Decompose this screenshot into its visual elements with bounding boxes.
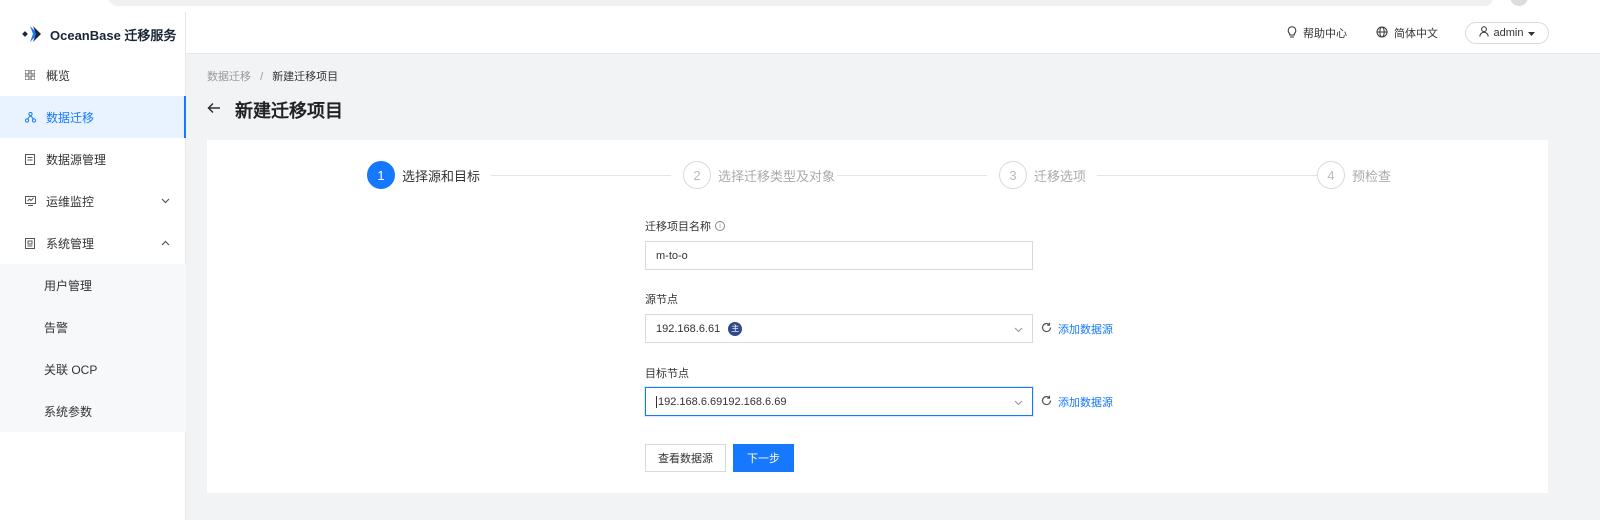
refresh-icon[interactable] [1041, 322, 1052, 336]
sidebar-item-monitoring[interactable]: 运维监控 [0, 180, 186, 222]
text-cursor [656, 395, 657, 408]
breadcrumb-current: 新建迁移项目 [272, 71, 339, 83]
form-card: 1 选择源和目标 2 选择迁移类型及对象 3 迁移选项 4 预检查 迁移项目名称… [207, 140, 1548, 493]
datasource-icon [24, 153, 36, 165]
sidebar-item-ocp[interactable]: 关联 OCP [0, 348, 186, 390]
step-connector [837, 175, 987, 176]
add-target-label[interactable]: 添加数据源 [1058, 394, 1113, 410]
next-step-label: 下一步 [747, 453, 780, 465]
page-header: 新建迁移项目 [207, 97, 343, 123]
language-switcher[interactable]: 简体中文 [1376, 24, 1438, 42]
username: admin [1493, 27, 1524, 39]
sidebar-item-label: 概览 [46, 68, 71, 83]
top-header: 帮助中心 简体中文 admin [186, 12, 1600, 54]
breadcrumb-parent[interactable]: 数据迁移 [207, 71, 251, 83]
info-icon[interactable]: i [715, 221, 725, 231]
breadcrumb: 数据迁移 / 新建迁移项目 [207, 68, 338, 84]
step-number: 1 [367, 161, 395, 189]
master-badge: 主 [728, 321, 743, 336]
step-label: 迁移选项 [1034, 168, 1087, 184]
language-label: 简体中文 [1394, 28, 1438, 40]
sidebar-item-overview[interactable]: 概览 [0, 54, 186, 96]
sidebar-item-alerts[interactable]: 告警 [0, 306, 186, 348]
help-center-label: 帮助中心 [1303, 28, 1347, 40]
refresh-icon[interactable] [1041, 395, 1052, 409]
step-label: 选择源和目标 [402, 168, 481, 184]
source-node-label-text: 源节点 [645, 294, 678, 306]
user-icon [1478, 26, 1489, 40]
chevron-down-icon [161, 196, 170, 207]
user-menu[interactable]: admin [1465, 22, 1549, 44]
project-name-value: m-to-o [656, 249, 688, 262]
step-connector [1097, 175, 1317, 176]
sidebar-item-params[interactable]: 系统参数 [0, 390, 186, 432]
target-node-label: 目标节点 [645, 365, 689, 381]
sidebar: OceanBase 迁移服务 概览 数据迁移 数据源管理 运维监控 系统管理 用… [0, 12, 186, 520]
view-datasource-label: 查看数据源 [658, 453, 713, 465]
project-name-label: 迁移项目名称 i [645, 218, 725, 234]
step-number: 3 [999, 161, 1027, 189]
sidebar-item-label: 告警 [44, 320, 69, 335]
add-target-datasource-link[interactable]: 添加数据源 [1041, 394, 1113, 410]
sidebar-item-system[interactable]: 系统管理 [0, 222, 186, 264]
sidebar-item-label: 数据源管理 [46, 152, 107, 167]
monitor-icon [24, 195, 36, 207]
source-node-label: 源节点 [645, 291, 678, 307]
chevron-up-icon [161, 238, 170, 249]
grid-icon [24, 69, 36, 81]
browser-profile-icon[interactable] [1510, 0, 1528, 6]
address-bar[interactable] [108, 0, 1494, 6]
sidebar-item-label: 关联 OCP [44, 362, 98, 377]
system-submenu: 用户管理 告警 关联 OCP 系统参数 [0, 264, 186, 432]
breadcrumb-separator: / [260, 71, 264, 83]
step-number: 2 [683, 161, 711, 189]
chevron-down-icon [1014, 324, 1023, 333]
sidebar-item-data-migration[interactable]: 数据迁移 [0, 96, 186, 138]
chevron-down-icon [1014, 397, 1023, 406]
target-node-select[interactable]: 192.168.6.69192.168.6.69 [645, 387, 1033, 416]
step-4: 4 预检查 [1317, 161, 1391, 189]
sidebar-nav: 概览 数据迁移 数据源管理 运维监控 系统管理 用户管理 告警 关联 OCP 系… [0, 54, 186, 432]
migration-icon [24, 111, 36, 123]
project-name-input[interactable]: m-to-o [645, 241, 1033, 270]
globe-icon [1376, 26, 1388, 41]
target-node-value: 192.168.6.69192.168.6.69 [658, 395, 787, 408]
step-1: 1 选择源和目标 [367, 161, 480, 189]
browser-strip [0, 0, 1600, 12]
step-3: 3 迁移选项 [999, 161, 1086, 189]
project-name-label-text: 迁移项目名称 [645, 221, 711, 233]
step-label: 选择迁移类型及对象 [718, 168, 836, 184]
back-arrow-icon[interactable] [207, 101, 221, 119]
step-connector [491, 175, 671, 176]
add-source-label[interactable]: 添加数据源 [1058, 321, 1113, 337]
sidebar-item-label: 数据迁移 [46, 110, 95, 125]
lightbulb-icon [1287, 25, 1297, 41]
source-node-value: 192.168.6.61 [656, 322, 721, 335]
sidebar-item-users[interactable]: 用户管理 [0, 264, 186, 306]
add-source-datasource-link[interactable]: 添加数据源 [1041, 321, 1113, 337]
next-step-button[interactable]: 下一步 [733, 444, 794, 472]
target-node-label-text: 目标节点 [645, 368, 689, 380]
sidebar-item-label: 用户管理 [44, 278, 93, 293]
help-center-link[interactable]: 帮助中心 [1287, 24, 1347, 42]
steps-indicator: 1 选择源和目标 2 选择迁移类型及对象 3 迁移选项 4 预检查 [367, 161, 1391, 189]
app-logo[interactable]: OceanBase 迁移服务 [22, 24, 176, 44]
step-number: 4 [1317, 161, 1345, 189]
view-datasource-button[interactable]: 查看数据源 [645, 444, 726, 472]
sidebar-item-label: 运维监控 [46, 194, 95, 209]
page-title: 新建迁移项目 [235, 101, 343, 121]
step-label: 预检查 [1352, 168, 1392, 184]
sidebar-item-label: 系统管理 [46, 236, 95, 251]
sidebar-item-datasource[interactable]: 数据源管理 [0, 138, 186, 180]
step-2: 2 选择迁移类型及对象 [683, 161, 835, 189]
source-node-select[interactable]: 192.168.6.61 主 [645, 314, 1033, 343]
brand-name: OceanBase 迁移服务 [50, 27, 177, 43]
sidebar-item-label: 系统参数 [44, 404, 93, 419]
caret-down-icon [1528, 27, 1536, 39]
system-icon [24, 237, 36, 249]
oceanbase-logo-icon [22, 24, 44, 44]
